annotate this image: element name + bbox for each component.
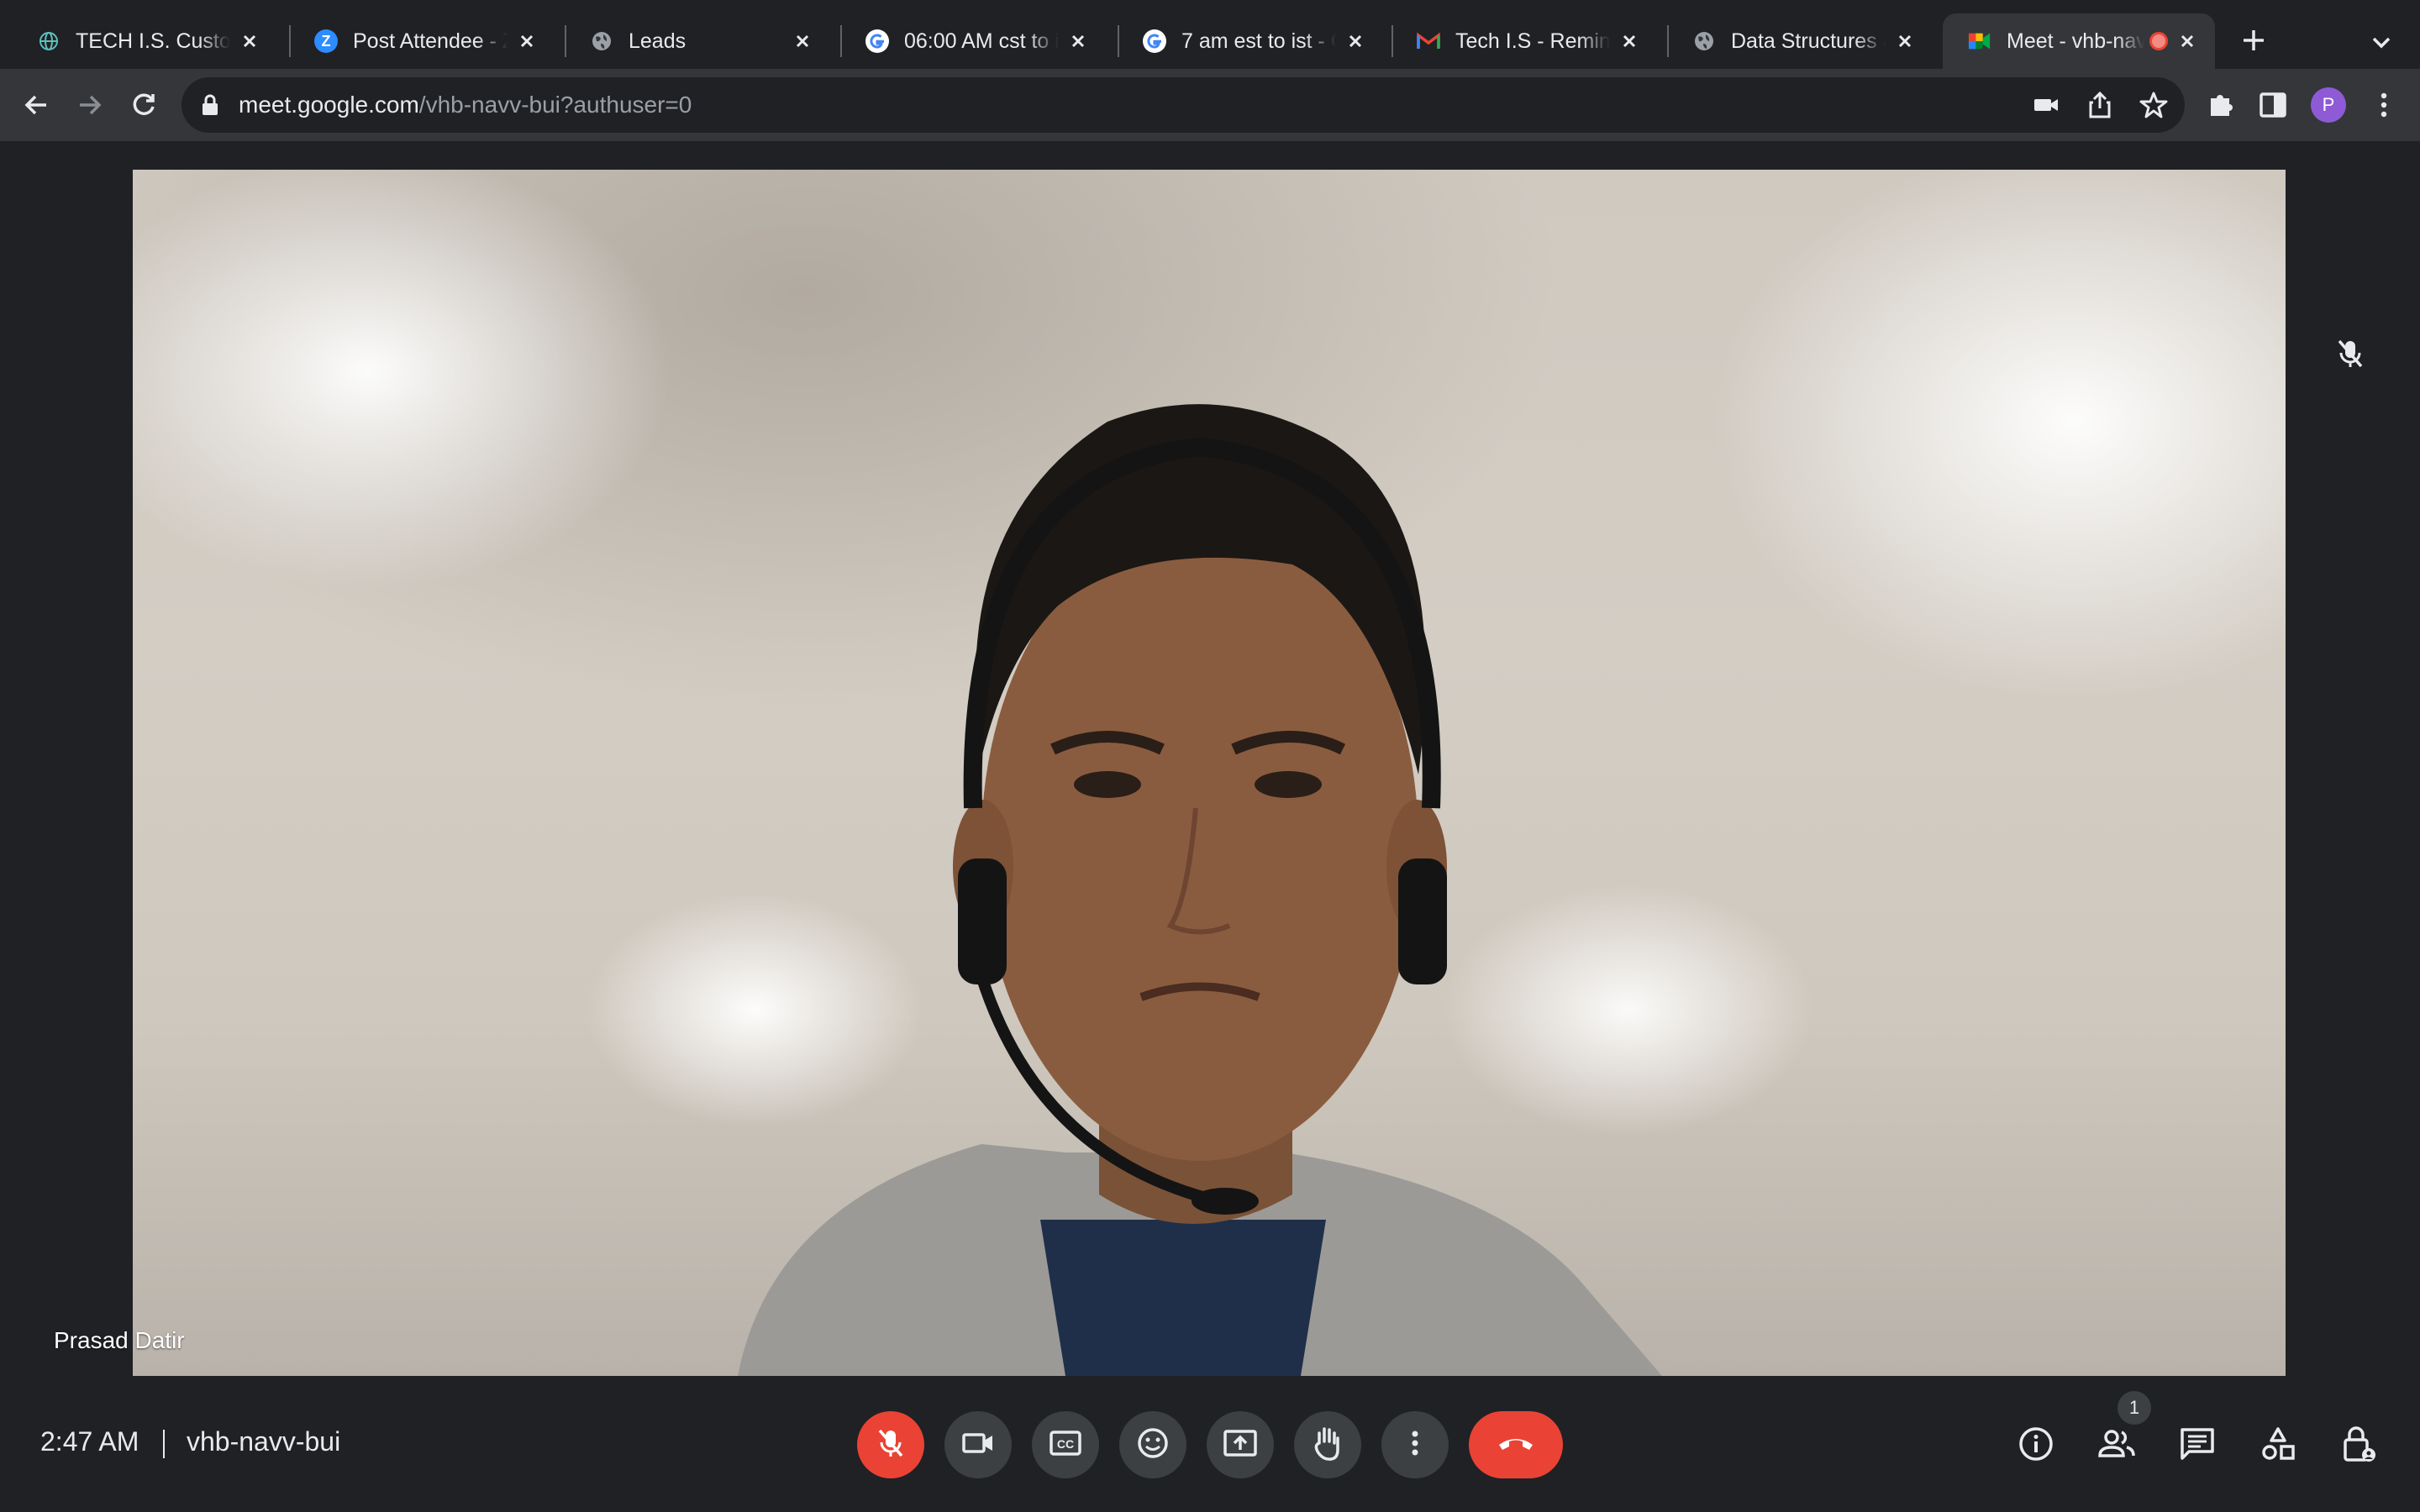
close-icon[interactable] xyxy=(1065,29,1091,54)
globe-icon xyxy=(590,29,613,53)
more-options-icon xyxy=(1410,1428,1420,1462)
tab-post-attendee[interactable]: Z Post Attendee - Zoom xyxy=(289,13,555,69)
share-icon[interactable] xyxy=(2082,87,2118,123)
participant-name-label: Prasad Datir xyxy=(54,1327,185,1353)
tab-title: Tech I.S - Reminder xyxy=(1455,29,1610,53)
tab-leads[interactable]: Leads xyxy=(565,13,830,69)
back-arrow-icon[interactable] xyxy=(18,87,54,123)
close-icon[interactable] xyxy=(1343,29,1368,54)
chat-icon xyxy=(2179,1426,2216,1466)
new-tab-plus-icon[interactable] xyxy=(2237,24,2270,57)
close-icon[interactable] xyxy=(514,29,539,54)
tab-title: Data Structures and xyxy=(1731,29,1886,53)
close-icon[interactable] xyxy=(237,29,262,54)
tab-tech-is-customer[interactable]: TECH I.S. Customer xyxy=(12,13,277,69)
participant-video xyxy=(133,170,2286,1376)
captions-button[interactable]: CC xyxy=(1032,1411,1099,1478)
info-icon xyxy=(2018,1425,2054,1467)
address-bar[interactable]: meet.google.com/vhb-navv-bui?authuser=0 xyxy=(182,77,2185,133)
reactions-button[interactable] xyxy=(1119,1411,1186,1478)
chat-button[interactable] xyxy=(2178,1426,2217,1465)
tab-title: Meet - vhb-navv-bui xyxy=(2007,29,2144,53)
people-icon xyxy=(2096,1427,2137,1465)
meeting-details-button[interactable] xyxy=(2017,1426,2055,1465)
tab-google-meet[interactable]: Meet - vhb-navv-bui xyxy=(1943,13,2215,69)
present-screen-button[interactable] xyxy=(1207,1411,1274,1478)
host-controls-icon xyxy=(2340,1425,2377,1467)
reload-icon[interactable] xyxy=(126,87,161,123)
mic-off-icon xyxy=(2333,336,2368,371)
participant-count-badge: 1 xyxy=(2118,1391,2151,1425)
emoji-icon xyxy=(1136,1426,1170,1464)
meeting-code: vhb-navv-bui xyxy=(187,1426,341,1457)
participant-video-image xyxy=(738,404,1662,1376)
raise-hand-icon xyxy=(1311,1425,1344,1466)
camera-icon xyxy=(961,1431,995,1460)
globe-teal-icon xyxy=(37,29,60,53)
tab-title: 06:00 AM cst to ist xyxy=(904,29,1059,53)
recording-indicator-icon xyxy=(2149,32,2168,50)
close-icon[interactable] xyxy=(1617,29,1642,54)
zoom-icon: Z xyxy=(314,29,338,53)
svg-text:CC: CC xyxy=(1057,1437,1074,1451)
tab-title: Leads xyxy=(629,29,687,53)
google-icon xyxy=(865,29,889,53)
tab-gmail-reminder[interactable]: Tech I.S - Reminder xyxy=(1392,13,1657,69)
meeting-time: 2:47 AM xyxy=(40,1426,139,1457)
tab-data-structures[interactable]: Data Structures and xyxy=(1667,13,1933,69)
close-icon[interactable] xyxy=(790,29,815,54)
gmail-icon xyxy=(1417,29,1440,53)
camera-toggle-button[interactable] xyxy=(944,1411,1012,1478)
leave-call-button[interactable] xyxy=(1469,1411,1563,1478)
activities-icon xyxy=(2260,1425,2296,1467)
raise-hand-button[interactable] xyxy=(1294,1411,1361,1478)
side-panel-icon[interactable] xyxy=(2255,87,2291,123)
lock-icon xyxy=(200,93,224,117)
extensions-puzzle-icon[interactable] xyxy=(2203,87,2238,123)
globe-icon xyxy=(1692,29,1716,53)
captions-icon: CC xyxy=(1049,1429,1082,1462)
tab-title: Post Attendee - Zoom xyxy=(353,29,508,53)
mic-toggle-button[interactable] xyxy=(857,1411,924,1478)
google-icon xyxy=(1143,29,1166,53)
tab-title: TECH I.S. Customer xyxy=(76,29,230,53)
end-call-icon xyxy=(1496,1433,1536,1457)
meet-icon xyxy=(1968,29,1991,53)
browser-toolbar: meet.google.com/vhb-navv-bui?authuser=0 … xyxy=(0,69,2420,141)
camera-in-use-icon[interactable] xyxy=(2028,87,2064,123)
divider xyxy=(163,1430,165,1458)
url-host: meet.google.com xyxy=(239,92,419,118)
tab-est-to-ist[interactable]: 7 am est to ist - Google xyxy=(1118,13,1383,69)
forward-arrow-icon[interactable] xyxy=(72,87,108,123)
chevron-down-icon[interactable] xyxy=(2366,27,2396,57)
profile-avatar[interactable]: P xyxy=(2311,87,2346,123)
close-icon[interactable] xyxy=(2175,29,2200,54)
bookmark-star-icon[interactable] xyxy=(2136,87,2171,123)
more-options-button[interactable] xyxy=(1381,1411,1449,1478)
present-icon xyxy=(1223,1428,1258,1462)
mic-off-icon xyxy=(874,1426,908,1464)
tab-title: 7 am est to ist - Google xyxy=(1181,29,1336,53)
tab-cst-to-ist[interactable]: 06:00 AM cst to ist xyxy=(840,13,1106,69)
host-controls-button[interactable] xyxy=(2339,1425,2378,1467)
people-button[interactable] xyxy=(2097,1426,2136,1465)
url-path: /vhb-navv-bui?authuser=0 xyxy=(418,92,692,118)
tab-strip: TECH I.S. Customer Z Post Attendee - Zoo… xyxy=(0,0,2420,69)
menu-kebab-icon[interactable] xyxy=(2366,87,2402,123)
meeting-stage xyxy=(0,141,2420,1384)
activities-button[interactable] xyxy=(2259,1426,2297,1465)
close-icon[interactable] xyxy=(1892,29,1918,54)
